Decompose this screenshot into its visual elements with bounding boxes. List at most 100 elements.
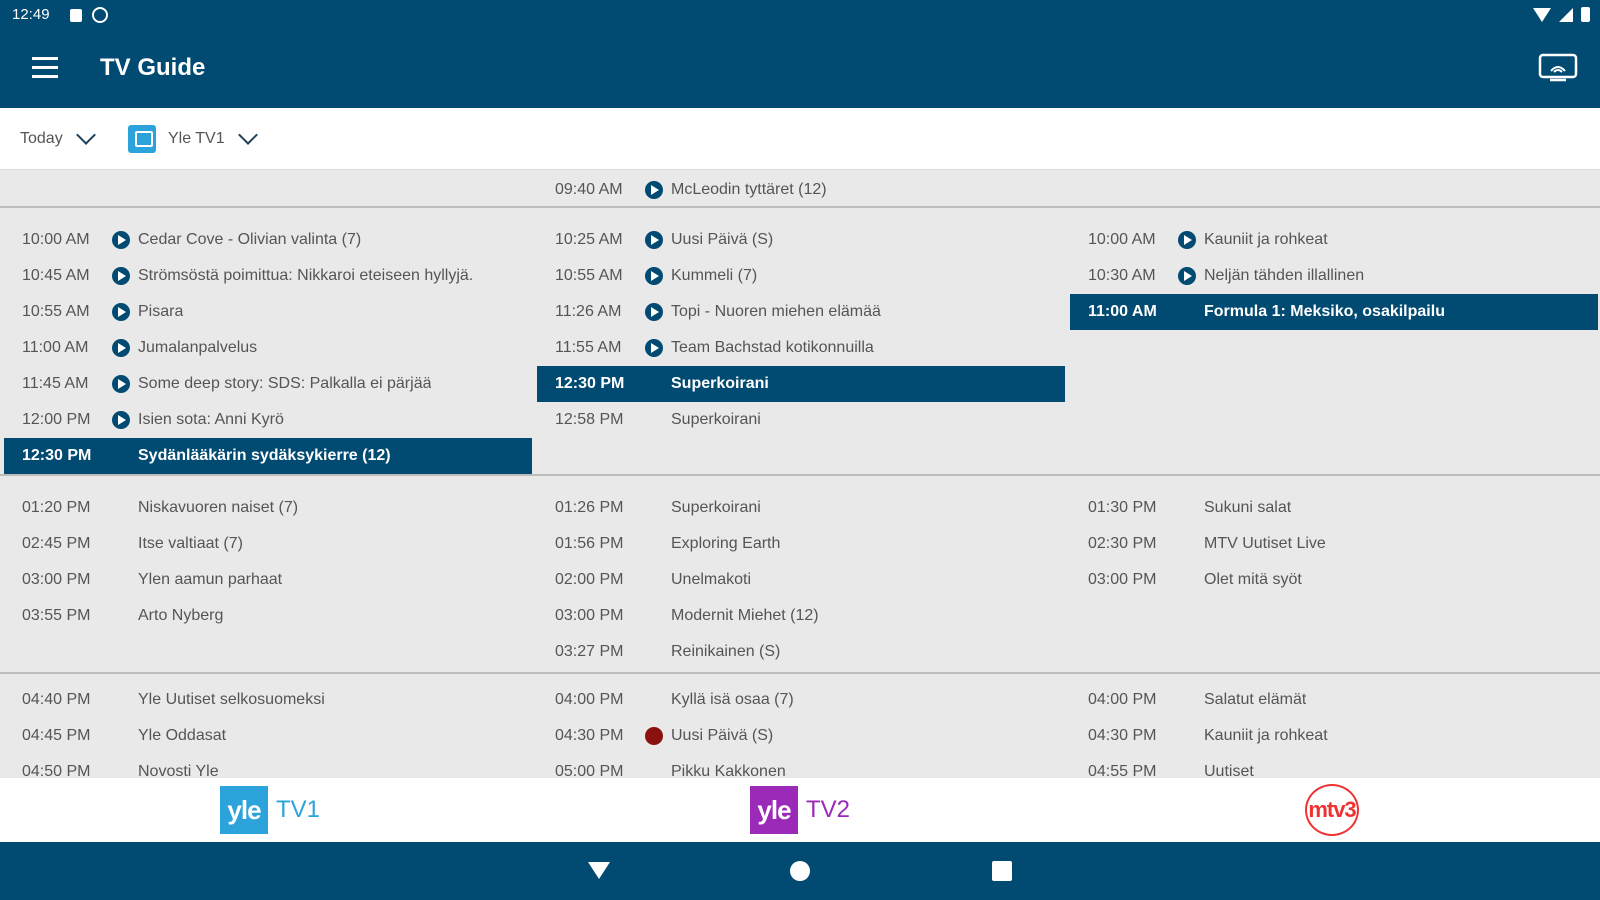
catchup-indicator xyxy=(112,267,130,285)
program-title: Sukuni salat xyxy=(1204,499,1292,516)
program-time: 03:00 PM xyxy=(555,607,624,624)
program-time: 10:25 AM xyxy=(555,231,623,248)
program-title: Kyllä isä osaa (7) xyxy=(671,691,794,708)
day-selector[interactable]: Today xyxy=(20,108,96,170)
indicator-spacer xyxy=(645,375,663,393)
cast-icon[interactable] xyxy=(1538,52,1578,84)
program-row[interactable]: 02:30 PM MTV Uutiset Live xyxy=(1070,526,1598,562)
chevron-down-icon xyxy=(237,125,258,145)
program-time: 12:58 PM xyxy=(555,411,624,428)
program-row[interactable]: 11:55 AM Team Bachstad kotikonnuilla xyxy=(537,330,1065,366)
program-row[interactable]: 02:00 PM Unelmakoti xyxy=(537,562,1065,598)
program-row[interactable]: 01:26 PM Superkoirani xyxy=(537,490,1065,526)
program-title: Arto Nyberg xyxy=(138,607,224,624)
play-icon xyxy=(112,411,130,429)
program-time: 04:50 PM xyxy=(22,763,91,778)
program-row[interactable]: 04:55 PM Uutiset xyxy=(1070,754,1598,778)
play-icon xyxy=(645,267,663,285)
program-row[interactable]: 04:45 PM Yle Oddasat xyxy=(4,718,532,754)
indicator-spacer xyxy=(112,571,130,589)
channel-selector[interactable]: Yle TV1 xyxy=(128,108,258,170)
program-time: 11:00 AM xyxy=(22,339,89,356)
program-row[interactable]: 09:40 AM McLeodin tyttäret (12) xyxy=(537,172,1065,208)
program-row[interactable]: 11:00 AM Jumalanpalvelus xyxy=(4,330,532,366)
program-row[interactable]: 04:50 PM Novosti Yle xyxy=(4,754,532,778)
filter-bar: Today Yle TV1 xyxy=(0,108,1600,170)
program-title: Jumalanpalvelus xyxy=(138,339,258,356)
program-time: 10:00 AM xyxy=(22,231,90,248)
program-row[interactable]: 04:00 PM Salatut elämät xyxy=(1070,682,1598,718)
program-time: 04:00 PM xyxy=(1088,691,1157,708)
program-row-current[interactable]: 11:00 AM Formula 1: Meksiko, osakilpailu xyxy=(1070,294,1598,330)
indicator-spacer xyxy=(645,571,663,589)
program-row[interactable]: 10:55 AM Kummeli (7) xyxy=(537,258,1065,294)
indicator-spacer xyxy=(112,607,130,625)
indicator-spacer xyxy=(645,607,663,625)
program-row[interactable]: 11:45 AM Some deep story: SDS: Palkalla e… xyxy=(4,366,532,402)
catchup-indicator xyxy=(112,375,130,393)
catchup-indicator xyxy=(1178,231,1196,249)
program-time: 10:55 AM xyxy=(22,303,90,320)
program-title: McLeodin tyttäret (12) xyxy=(671,181,827,198)
indicator-spacer xyxy=(1178,691,1196,709)
catchup-indicator xyxy=(112,231,130,249)
home-icon[interactable] xyxy=(790,861,810,881)
program-row[interactable]: 10:00 AM Kauniit ja rohkeat xyxy=(1070,222,1598,258)
program-row[interactable]: 04:40 PM Yle Uutiset selkosuomeksi xyxy=(4,682,532,718)
program-row[interactable]: 01:56 PM Exploring Earth xyxy=(537,526,1065,562)
program-row-current[interactable]: 12:30 PM Superkoirani xyxy=(537,366,1065,402)
program-time: 04:30 PM xyxy=(555,727,624,744)
program-row[interactable]: 04:00 PM Kyllä isä osaa (7) xyxy=(537,682,1065,718)
group-divider xyxy=(0,672,1600,674)
program-time: 12:00 PM xyxy=(22,411,91,428)
program-row[interactable]: 10:30 AM Neljän tähden illallinen xyxy=(1070,258,1598,294)
program-time: 10:00 AM xyxy=(1088,231,1156,248)
menu-icon[interactable] xyxy=(32,57,58,79)
indicator-spacer xyxy=(1178,571,1196,589)
program-row[interactable]: 03:00 PM Olet mitä syöt xyxy=(1070,562,1598,598)
channel-tab-yle-tv2[interactable]: yle TV2 xyxy=(750,784,850,836)
mtv3-logo: mtv3 xyxy=(1305,784,1359,836)
schedule-grid[interactable]: 10:00 AM Cedar Cove - Olivian valinta (7)… xyxy=(0,170,1600,778)
program-row[interactable]: 04:30 PM Kauniit ja rohkeat xyxy=(1070,718,1598,754)
program-time: 10:30 AM xyxy=(1088,267,1156,284)
program-time: 10:55 AM xyxy=(555,267,623,284)
program-row[interactable]: 03:00 PM Ylen aamun parhaat xyxy=(4,562,532,598)
indicator-spacer xyxy=(645,411,663,429)
program-row[interactable]: 04:30 PM Uusi Päivä (S) xyxy=(537,718,1065,754)
program-row[interactable]: 10:25 AM Uusi Päivä (S) xyxy=(537,222,1065,258)
play-icon xyxy=(112,267,130,285)
program-row[interactable]: 01:30 PM Sukuni salat xyxy=(1070,490,1598,526)
program-title: Team Bachstad kotikonnuilla xyxy=(671,339,874,356)
program-row[interactable]: 05:00 PM Pikku Kakkonen xyxy=(537,754,1065,778)
program-row[interactable]: 03:27 PM Reinikainen (S) xyxy=(537,634,1065,670)
program-title: MTV Uutiset Live xyxy=(1204,535,1326,552)
program-row[interactable]: 02:45 PM Itse valtiaat (7) xyxy=(4,526,532,562)
program-row[interactable]: 03:55 PM Arto Nyberg xyxy=(4,598,532,634)
catchup-indicator xyxy=(1178,267,1196,285)
program-time: 04:40 PM xyxy=(22,691,91,708)
record-indicator xyxy=(645,727,663,745)
channel-tab-mtv3[interactable]: mtv3 xyxy=(1305,784,1359,836)
program-row-current[interactable]: 12:30 PM Sydänlääkärin sydäksykierre (12) xyxy=(4,438,532,474)
program-row[interactable]: 10:00 AM Cedar Cove - Olivian valinta (7) xyxy=(4,222,532,258)
status-bar: 12:49 xyxy=(0,0,1600,32)
program-row[interactable]: 12:00 PM Isien sota: Anni Kyrö xyxy=(4,402,532,438)
sync-icon xyxy=(92,7,108,23)
program-time: 04:00 PM xyxy=(555,691,624,708)
program-row[interactable]: 03:00 PM Modernit Miehet (12) xyxy=(537,598,1065,634)
play-icon xyxy=(645,231,663,249)
program-title: Superkoirani xyxy=(671,411,761,428)
program-row[interactable]: 10:45 AM Strömsöstä poimittua: Nikkaroi e… xyxy=(4,258,532,294)
channel-tab-yle-tv1[interactable]: yle TV1 xyxy=(220,784,320,836)
back-icon[interactable] xyxy=(588,862,610,879)
program-row[interactable]: 12:58 PM Superkoirani xyxy=(537,402,1065,438)
program-row[interactable]: 01:20 PM Niskavuoren naiset (7) xyxy=(4,490,532,526)
program-row[interactable]: 11:26 AM Topi - Nuoren miehen elämää xyxy=(537,294,1065,330)
recent-apps-icon[interactable] xyxy=(992,861,1012,881)
program-title: Neljän tähden illallinen xyxy=(1204,267,1365,284)
program-row[interactable]: 10:55 AM Pisara xyxy=(4,294,532,330)
program-title: Exploring Earth xyxy=(671,535,781,552)
play-icon xyxy=(112,339,130,357)
program-title: Itse valtiaat (7) xyxy=(138,535,243,552)
